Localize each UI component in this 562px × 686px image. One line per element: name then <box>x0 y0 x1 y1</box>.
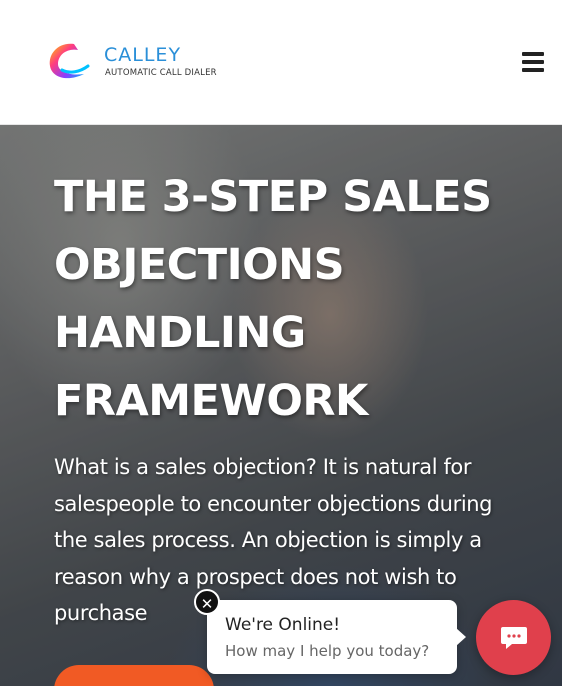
chat-greeting-bubble[interactable]: We're Online! How may I help you today? <box>207 600 466 674</box>
chat-subtitle: How may I help you today? <box>225 642 430 660</box>
close-icon[interactable]: ✕ <box>194 589 220 615</box>
hero-title-line: THE 3-STEP SALES <box>54 172 492 222</box>
hero-cta-button[interactable] <box>54 665 214 686</box>
site-header: CALLEY AUTOMATIC CALL DIALER <box>0 0 562 125</box>
hero-title-line: HANDLING <box>54 308 306 358</box>
chat-bubble-icon <box>501 627 527 649</box>
logo-name: CALLEY <box>104 44 182 66</box>
logo-tagline: AUTOMATIC CALL DIALER <box>105 68 217 78</box>
calley-logo-icon <box>49 43 90 79</box>
hero-title-line: FRAMEWORK <box>54 376 368 426</box>
calley-logo[interactable]: CALLEY AUTOMATIC CALL DIALER <box>44 38 234 88</box>
hero-title-line: OBJECTIONS <box>54 240 345 290</box>
chat-title: We're Online! <box>225 615 341 635</box>
chat-launcher-button[interactable] <box>476 600 551 675</box>
hamburger-menu-icon[interactable] <box>522 52 544 72</box>
hero-title: THE 3-STEP SALES OBJECTIONS HANDLING FRA… <box>54 163 524 435</box>
